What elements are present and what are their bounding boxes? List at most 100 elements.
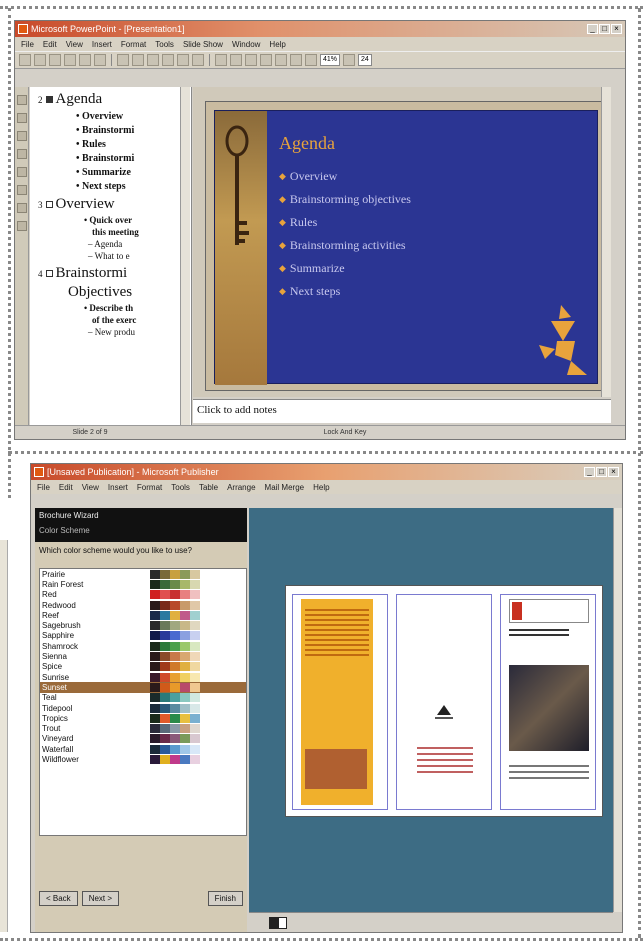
menu-tools[interactable]: Tools bbox=[171, 483, 190, 492]
menu-insert[interactable]: Insert bbox=[92, 40, 112, 49]
menu-edit[interactable]: Edit bbox=[59, 483, 73, 492]
menu-view[interactable]: View bbox=[66, 40, 83, 49]
finish-button[interactable]: Finish bbox=[207, 891, 243, 906]
menu-arrange[interactable]: Arrange bbox=[227, 483, 255, 492]
outline-bullet[interactable]: • Summarize bbox=[76, 167, 191, 178]
brochure-panel-left[interactable] bbox=[292, 594, 388, 810]
hyperlink-icon[interactable] bbox=[215, 54, 227, 66]
color-scheme-item[interactable]: Sienna bbox=[40, 651, 246, 662]
undo-icon[interactable] bbox=[177, 54, 189, 66]
new-icon[interactable] bbox=[19, 54, 31, 66]
color-scheme-item[interactable]: Shamrock bbox=[40, 641, 246, 651]
move-up-icon[interactable] bbox=[17, 131, 27, 141]
menu-view[interactable]: View bbox=[82, 483, 99, 492]
outline-bullet[interactable]: • Quick over bbox=[84, 215, 191, 225]
outline-bullet[interactable]: • Brainstormi bbox=[76, 153, 191, 164]
font-size-select[interactable]: 24 bbox=[358, 54, 372, 66]
brochure-page[interactable] bbox=[285, 585, 603, 817]
back-button[interactable]: < Back bbox=[39, 891, 78, 906]
color-scheme-item[interactable]: Prairie bbox=[40, 569, 246, 579]
color-scheme-item[interactable]: Redwood bbox=[40, 600, 246, 610]
color-scheme-item[interactable]: Reef bbox=[40, 610, 246, 620]
outline-slide-title[interactable]: 4 Brainstormi bbox=[38, 265, 191, 282]
next-button[interactable]: Next > bbox=[81, 891, 120, 906]
outline-subbullet[interactable]: – Agenda bbox=[88, 239, 191, 249]
publisher-app-icon[interactable] bbox=[34, 467, 44, 477]
outline-bullet[interactable]: • Rules bbox=[76, 139, 191, 150]
powerpoint-titlebar[interactable]: Microsoft PowerPoint - [Presentation1] _… bbox=[15, 21, 625, 37]
brochure-panel-middle[interactable] bbox=[396, 594, 492, 810]
promote-icon[interactable] bbox=[17, 95, 27, 105]
grayscale-icon[interactable] bbox=[305, 54, 317, 66]
expand-icon[interactable] bbox=[17, 185, 27, 195]
menu-file[interactable]: File bbox=[37, 483, 50, 492]
menu-edit[interactable]: Edit bbox=[43, 40, 57, 49]
menu-help[interactable]: Help bbox=[313, 483, 329, 492]
copy-icon[interactable] bbox=[132, 54, 144, 66]
spelling-icon[interactable] bbox=[94, 54, 106, 66]
cut-icon[interactable] bbox=[117, 54, 129, 66]
menu-format[interactable]: Format bbox=[137, 483, 162, 492]
show-formatting-icon[interactable] bbox=[17, 221, 27, 231]
color-scheme-item[interactable]: Waterfall bbox=[40, 744, 246, 754]
outline-bullet[interactable]: • Next steps bbox=[76, 181, 191, 192]
color-scheme-item[interactable]: Vineyard bbox=[40, 734, 246, 744]
slide-canvas[interactable]: Agenda ◆ Overview ◆ Brainstorming objectiv… bbox=[205, 101, 605, 391]
color-scheme-item[interactable]: Sunset bbox=[40, 682, 246, 693]
outline-bullet[interactable]: of the exerc bbox=[92, 315, 191, 325]
menu-mail-merge[interactable]: Mail Merge bbox=[265, 483, 305, 492]
menu-window[interactable]: Window bbox=[232, 40, 260, 49]
chart-icon[interactable] bbox=[245, 54, 257, 66]
notes-pane[interactable]: Click to add notes bbox=[193, 399, 611, 423]
outline-bullet[interactable]: • Describe th bbox=[84, 303, 191, 313]
slide-scrollbar[interactable] bbox=[601, 87, 611, 397]
maximize-icon[interactable]: □ bbox=[599, 24, 610, 34]
menu-help[interactable]: Help bbox=[269, 40, 285, 49]
color-scheme-item[interactable]: Tropics bbox=[40, 713, 246, 723]
outline-scrollbar[interactable] bbox=[180, 87, 190, 425]
slide-bullets[interactable]: ◆ Overview ◆ Brainstorming objectives ◆ Rul… bbox=[279, 169, 411, 307]
demote-icon[interactable] bbox=[17, 113, 27, 123]
color-scheme-item[interactable]: Spice bbox=[40, 662, 246, 672]
wizard-step[interactable]: Color Scheme bbox=[39, 526, 243, 535]
format-painter-icon[interactable] bbox=[162, 54, 174, 66]
publisher-titlebar[interactable]: [Unsaved Publication] - Microsoft Publis… bbox=[31, 464, 622, 480]
minimize-icon[interactable]: _ bbox=[587, 24, 598, 34]
canvas-scrollbar[interactable] bbox=[613, 508, 622, 912]
color-scheme-item[interactable]: Red bbox=[40, 590, 246, 600]
outline-slide-title[interactable]: 3 Overview bbox=[38, 196, 191, 213]
paste-icon[interactable] bbox=[147, 54, 159, 66]
print-icon[interactable] bbox=[79, 54, 91, 66]
summary-slide-icon[interactable] bbox=[17, 203, 27, 213]
color-scheme-item[interactable]: Sagebrush bbox=[40, 620, 246, 631]
maximize-icon[interactable]: □ bbox=[596, 467, 607, 477]
color-scheme-item[interactable]: Tidepool bbox=[40, 703, 246, 713]
zoom-select[interactable]: 41% bbox=[320, 54, 341, 66]
outline-pane[interactable]: 2 Agenda • Overview • Brainstormi • Rule… bbox=[30, 87, 192, 425]
outline-subbullet[interactable]: – New produ bbox=[88, 327, 191, 337]
menu-tools[interactable]: Tools bbox=[155, 40, 174, 49]
outline-bullet[interactable]: • Overview bbox=[76, 111, 191, 122]
menu-file[interactable]: File bbox=[21, 40, 34, 49]
help-icon[interactable] bbox=[343, 54, 356, 66]
menu-format[interactable]: Format bbox=[121, 40, 146, 49]
color-scheme-item[interactable]: Wildflower bbox=[40, 754, 246, 764]
new-slide-icon[interactable] bbox=[260, 54, 272, 66]
outline-bullet[interactable]: this meeting bbox=[92, 227, 191, 237]
powerpoint-app-icon[interactable] bbox=[18, 24, 28, 34]
move-down-icon[interactable] bbox=[17, 149, 27, 159]
brochure-panel-right[interactable] bbox=[500, 594, 596, 810]
close-icon[interactable]: × bbox=[611, 24, 622, 34]
menu-table[interactable]: Table bbox=[199, 483, 218, 492]
color-scheme-item[interactable]: Trout bbox=[40, 723, 246, 734]
menu-slide-show[interactable]: Slide Show bbox=[183, 40, 223, 49]
publication-canvas[interactable] bbox=[249, 508, 613, 912]
page-navigator-icon[interactable] bbox=[269, 917, 287, 929]
color-scheme-item[interactable]: Sunrise bbox=[40, 672, 246, 682]
outline-subbullet[interactable]: – What to e bbox=[88, 251, 191, 261]
show-formatting-icon[interactable] bbox=[290, 54, 302, 66]
color-scheme-item[interactable]: Teal bbox=[40, 693, 246, 703]
table-icon[interactable] bbox=[230, 54, 242, 66]
collapse-icon[interactable] bbox=[17, 167, 27, 177]
save-icon[interactable] bbox=[49, 54, 61, 66]
